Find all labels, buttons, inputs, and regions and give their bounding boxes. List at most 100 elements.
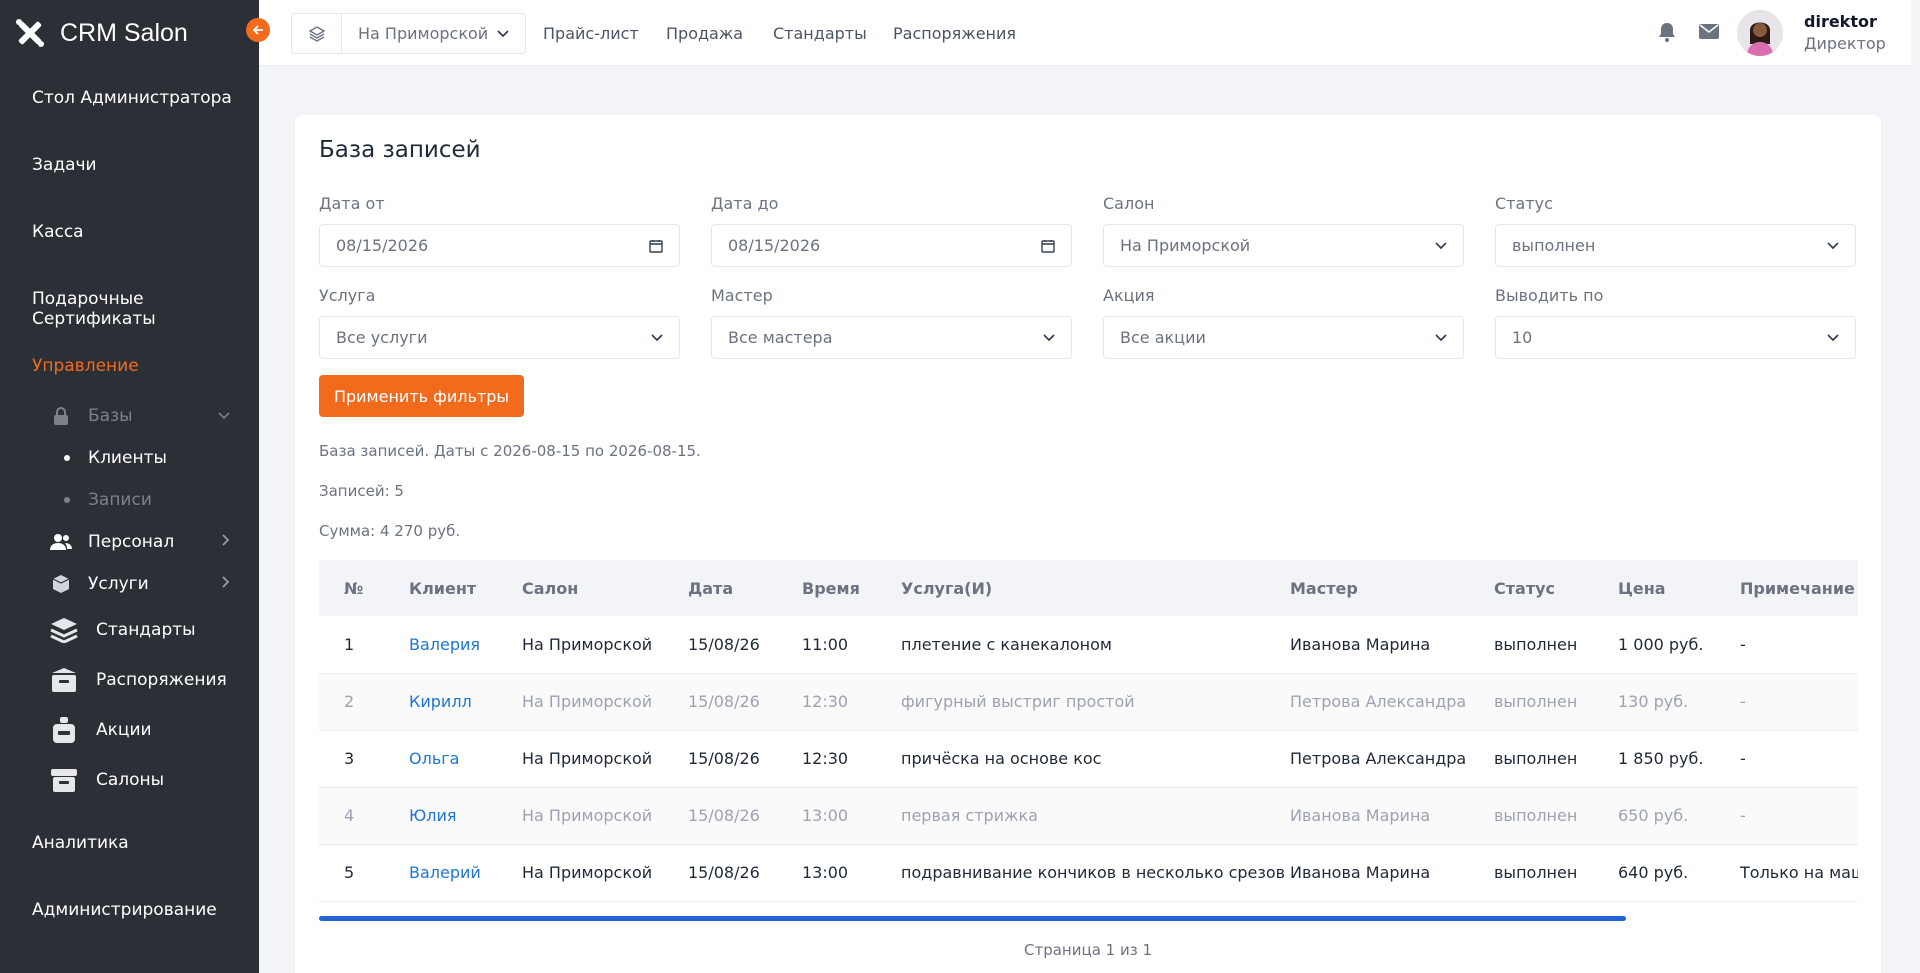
col-header-note[interactable]: Примечание xyxy=(1740,560,1858,616)
table-row[interactable]: 4 Юлия На Приморской 15/08/26 13:00 перв… xyxy=(319,787,1858,844)
col-header-status[interactable]: Статус xyxy=(1494,560,1618,616)
sidebar-item-admin-desk[interactable]: Стол Администратора xyxy=(32,88,232,108)
sidebar-item-promotions[interactable]: Акции xyxy=(50,716,230,744)
cell-number: 5 xyxy=(344,863,355,882)
sidebar-item-records[interactable]: Записи xyxy=(64,490,152,510)
sidebar-item-analytics[interactable]: Аналитика xyxy=(32,833,129,853)
sidebar-item-orders[interactable]: Распоряжения xyxy=(50,666,230,694)
page-title: База записей xyxy=(319,137,481,163)
cell-client-link[interactable]: Валерий xyxy=(409,844,522,901)
col-header-number[interactable]: № xyxy=(319,560,409,616)
cell-client-link[interactable]: Юлия xyxy=(409,787,522,844)
topbar: На Приморской Прайс-лист Продажа Стандар… xyxy=(259,0,1920,66)
cell-note: - xyxy=(1740,634,1746,654)
cell-price: 650 руб. xyxy=(1618,806,1689,825)
salon-switcher[interactable]: На Приморской xyxy=(291,13,526,54)
chevron-down-icon xyxy=(1043,333,1055,341)
sidebar-item-management[interactable]: Управление xyxy=(32,356,139,376)
cell-time: 12:30 xyxy=(802,692,849,711)
sidebar-item-bases[interactable]: Базы xyxy=(50,405,230,427)
sidebar-item-staff-label: Персонал xyxy=(88,532,175,552)
users-icon xyxy=(50,531,72,553)
cell-number: 2 xyxy=(344,692,355,711)
table-horizontal-scrollbar[interactable] xyxy=(319,916,1626,921)
cell-client-link[interactable]: Ольга xyxy=(409,730,522,787)
promo-select[interactable]: Все акции xyxy=(1103,316,1464,359)
col-header-price[interactable]: Цена xyxy=(1618,560,1740,616)
sidebar-item-gift-certificates[interactable]: Подарочные Сертификаты xyxy=(32,289,259,329)
col-header-client[interactable]: Клиент xyxy=(409,560,522,616)
col-header-service[interactable]: Услуга(И) xyxy=(901,560,1290,616)
per-page-label: Выводить по xyxy=(1495,286,1604,305)
master-select[interactable]: Все мастера xyxy=(711,316,1072,359)
logo-icon xyxy=(16,19,44,47)
salon-label: Салон xyxy=(1103,194,1155,213)
calendar-icon[interactable] xyxy=(649,239,663,253)
date-from-value: 08/15/2026 xyxy=(336,236,429,255)
topnav-standards[interactable]: Стандарты xyxy=(773,24,867,43)
topnav-price-list[interactable]: Прайс-лист xyxy=(543,24,639,43)
sidebar-item-cashbox[interactable]: Касса xyxy=(32,222,84,242)
avatar[interactable] xyxy=(1737,10,1783,56)
sidebar-item-promotions-label: Акции xyxy=(96,720,152,740)
page-scrollbar[interactable] xyxy=(1911,0,1920,973)
layers-button[interactable] xyxy=(292,14,342,53)
sidebar-collapse-button[interactable] xyxy=(246,18,270,42)
date-to-input[interactable]: 08/15/2026 xyxy=(711,224,1072,267)
topnav-orders[interactable]: Распоряжения xyxy=(893,24,1016,43)
sidebar-item-staff[interactable]: Персонал xyxy=(50,531,230,553)
status-select[interactable]: выполнен xyxy=(1495,224,1856,267)
col-header-date[interactable]: Дата xyxy=(688,560,802,616)
salon-switcher-value: На Приморской xyxy=(358,24,489,43)
topnav-sales[interactable]: Продажа xyxy=(666,24,743,43)
user-role: Директор xyxy=(1804,34,1886,53)
brand[interactable]: CRM Salon xyxy=(0,0,259,66)
sidebar-item-clients[interactable]: Клиенты xyxy=(64,448,167,468)
sidebar-item-services[interactable]: Услуги xyxy=(50,573,230,595)
date-from-label: Дата от xyxy=(319,194,385,213)
records-sum: Сумма: 4 270 руб. xyxy=(319,522,461,540)
table-header-row: № Клиент Салон Дата Время Услуга(И) Маст… xyxy=(319,560,1858,616)
records-table: № Клиент Салон Дата Время Услуга(И) Маст… xyxy=(319,560,1858,902)
layers-icon xyxy=(308,25,325,42)
sidebar-item-salons[interactable]: Салоны xyxy=(50,766,230,794)
chevron-right-icon xyxy=(222,576,230,592)
col-header-salon[interactable]: Салон xyxy=(522,560,688,616)
notifications-button[interactable] xyxy=(1658,22,1676,46)
cell-client-link[interactable]: Валерия xyxy=(409,616,522,673)
salon-select[interactable]: На Приморской xyxy=(1103,224,1464,267)
sidebar-item-tasks[interactable]: Задачи xyxy=(32,155,97,175)
cell-note: Только на маши xyxy=(1740,863,1858,882)
messages-button[interactable] xyxy=(1699,22,1719,44)
envelope-icon xyxy=(1699,24,1719,39)
table-row[interactable]: 3 Ольга На Приморской 15/08/26 12:30 при… xyxy=(319,730,1858,787)
master-select-value: Все мастера xyxy=(728,328,833,347)
col-header-time[interactable]: Время xyxy=(802,560,901,616)
service-label: Услуга xyxy=(319,286,376,305)
apply-filters-button[interactable]: Применить фильтры xyxy=(319,375,524,417)
table-row[interactable]: 5 Валерий На Приморской 15/08/26 13:00 п… xyxy=(319,844,1858,901)
date-from-input[interactable]: 08/15/2026 xyxy=(319,224,680,267)
bullet-icon xyxy=(64,497,70,503)
storefront-icon xyxy=(50,766,78,794)
table-row[interactable]: 1 Валерия На Приморской 15/08/26 11:00 п… xyxy=(319,616,1858,673)
per-page-select[interactable]: 10 xyxy=(1495,316,1856,359)
table-row[interactable]: 2 Кирилл На Приморской 15/08/26 12:30 фи… xyxy=(319,673,1858,730)
per-page-select-value: 10 xyxy=(1512,328,1533,347)
col-header-master[interactable]: Мастер xyxy=(1290,560,1494,616)
sidebar-item-standards[interactable]: Стандарты xyxy=(50,616,230,644)
cell-note: - xyxy=(1740,692,1746,711)
sidebar-item-administration[interactable]: Администрирование xyxy=(32,900,217,920)
chevron-down-icon xyxy=(497,29,509,37)
status-label: Статус xyxy=(1495,194,1553,213)
sidebar-item-clients-label: Клиенты xyxy=(88,448,167,468)
date-to-label: Дата до xyxy=(711,194,779,213)
service-select[interactable]: Все услуги xyxy=(319,316,680,359)
arrow-left-icon xyxy=(252,25,263,35)
user-name[interactable]: direktor xyxy=(1804,12,1877,31)
calendar-icon[interactable] xyxy=(1041,239,1055,253)
cell-status: выполнен xyxy=(1494,692,1578,711)
box-icon xyxy=(50,573,72,595)
cell-master: Иванова Марина xyxy=(1290,863,1431,882)
cell-client-link[interactable]: Кирилл xyxy=(409,673,522,730)
